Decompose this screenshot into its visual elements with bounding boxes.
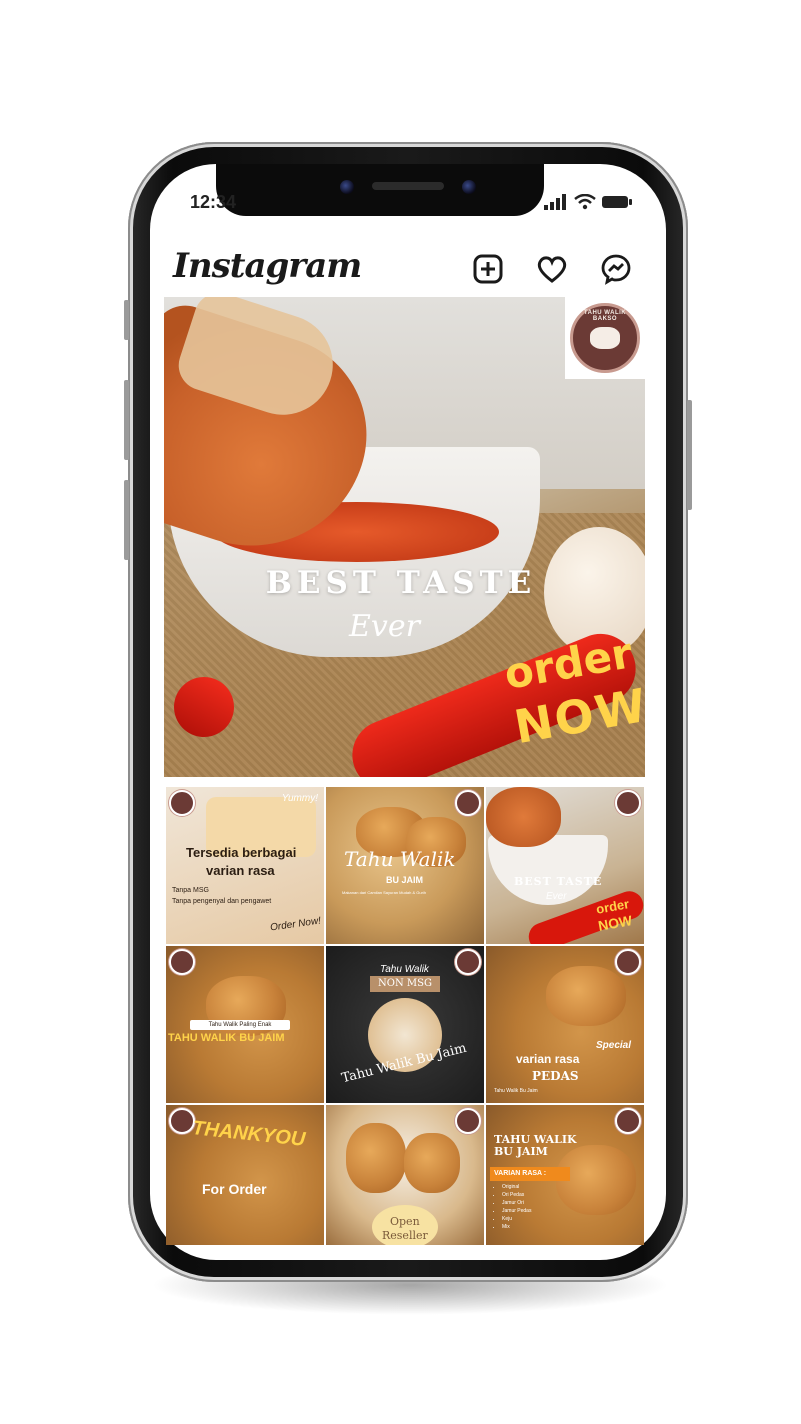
- post-logo-icon: [615, 949, 641, 975]
- post-badge: NON MSG: [370, 976, 440, 992]
- post-line2: varian rasa: [206, 863, 275, 878]
- post-logo-icon: [615, 790, 641, 816]
- list-item: Jamur Pedas: [502, 1207, 531, 1215]
- power-button: [687, 400, 692, 510]
- post-tag: Yummy!: [281, 793, 318, 804]
- post-foot: Tahu Walik Bu Jaim: [494, 1088, 538, 1094]
- post-thumbnail-5[interactable]: Tahu Walik NON MSG Tahu Walik Bu Jaim: [326, 946, 484, 1103]
- post-thumbnail-1[interactable]: Yummy! Tersedia berbagai varian rasa Tan…: [166, 787, 324, 944]
- post-thumbnail-6[interactable]: Special varian rasa PEDAS Tahu Walik Bu …: [486, 946, 644, 1103]
- app-title: Instagram: [173, 246, 362, 286]
- post-line1: Open: [390, 1215, 420, 1228]
- post-line1: varian rasa: [516, 1052, 580, 1066]
- logo-seal: TAHU WALIK BAKSO: [570, 303, 640, 373]
- post-logo-icon: [169, 790, 195, 816]
- list-item: Keju: [502, 1215, 531, 1223]
- logo-food-icon: [590, 327, 620, 349]
- post-logo-icon: [455, 949, 481, 975]
- front-camera: [340, 180, 354, 194]
- brand-logo: TAHU WALIK BAKSO: [565, 297, 645, 379]
- signal-icon: [544, 194, 566, 210]
- post-top: Tahu Walik: [380, 964, 429, 975]
- dipped-tofu: [486, 787, 561, 847]
- post-thumbnail-8[interactable]: Open Reseller: [326, 1105, 484, 1245]
- post-note1: Tanpa MSG: [172, 887, 209, 894]
- list-item: Ori Pedas: [502, 1191, 531, 1199]
- post-title: THANKYOU: [191, 1117, 307, 1151]
- heart-icon[interactable]: [535, 252, 569, 286]
- tofu-piece: [546, 966, 626, 1026]
- post-caption: Makanan dari Camilan Sayuran Mudah & Gur…: [342, 890, 427, 895]
- post-logo-icon: [455, 1108, 481, 1134]
- post-thumbnail-7[interactable]: THANKYOU For Order: [166, 1105, 324, 1245]
- post-grid: Yummy! Tersedia berbagai varian rasa Tan…: [166, 787, 645, 1245]
- list-item: Mix: [502, 1223, 531, 1231]
- list-item: Jamur Ori: [502, 1199, 531, 1207]
- post-thumbnail-9[interactable]: TAHU WALIK BU JAIM VARIAN RASA : Origina…: [486, 1105, 644, 1245]
- battery-icon: [602, 196, 632, 208]
- hero-title: BEST TASTE: [265, 565, 537, 601]
- post-title: BEST TASTE: [514, 875, 603, 888]
- messenger-icon[interactable]: [599, 252, 633, 286]
- speaker: [372, 182, 444, 190]
- post-cta: Order Now!: [269, 915, 322, 934]
- post-subtitle: BU JAIM: [386, 875, 424, 885]
- varian-list: Original Ori Pedas Jamur Ori Jamur Pedas…: [490, 1183, 531, 1231]
- post-logo-icon: [615, 1108, 641, 1134]
- post-headline: TAHU WALIK BU JAIM: [168, 1032, 285, 1044]
- notch: [216, 164, 544, 216]
- post-special: Special: [596, 1040, 632, 1051]
- post-logo-icon: [455, 790, 481, 816]
- list-item: Original: [502, 1183, 531, 1191]
- tofu-piece: [346, 1123, 406, 1193]
- post-thumbnail-2[interactable]: Tahu Walik BU JAIM Makanan dari Camilan …: [326, 787, 484, 944]
- post-thumbnail-3[interactable]: BEST TASTE Ever order NOW: [486, 787, 644, 944]
- plus-square-icon[interactable]: [471, 252, 505, 286]
- post-title2: BU JAIM: [494, 1145, 548, 1158]
- volume-down-button: [124, 480, 129, 560]
- post-line2: PEDAS: [532, 1069, 579, 1083]
- post-note2: Tanpa pengenyal dan pengawet: [172, 898, 272, 905]
- post-subtitle: For Order: [202, 1181, 267, 1197]
- post-title: Tahu Walik: [344, 847, 456, 871]
- status-time: 12:34: [190, 192, 237, 212]
- face-sensor: [462, 180, 476, 194]
- post-badge: VARIAN RASA :: [490, 1167, 570, 1181]
- status-icons: [544, 192, 634, 212]
- tofu-piece: [404, 1133, 460, 1193]
- volume-up-button: [124, 380, 129, 460]
- wifi-icon: [574, 194, 596, 210]
- post-script: Ever: [546, 891, 567, 902]
- post-line2: Reseller: [382, 1229, 428, 1242]
- logo-text: TAHU WALIK BAKSO: [583, 310, 627, 322]
- mute-switch: [124, 300, 129, 340]
- hero-script: Ever: [349, 609, 420, 644]
- post-label: Tahu Walik Paling Enak: [190, 1020, 290, 1030]
- post-line1: Tersedia berbagai: [186, 845, 297, 860]
- post-thumbnail-4[interactable]: Tahu Walik Paling Enak TAHU WALIK BU JAI…: [166, 946, 324, 1103]
- post-logo-icon: [169, 949, 195, 975]
